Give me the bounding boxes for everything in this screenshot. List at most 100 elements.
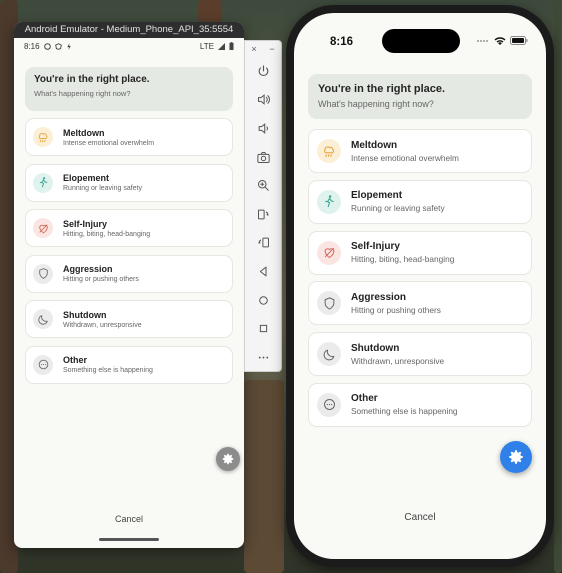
intro-banner: You're in the right place. What's happen… — [308, 74, 532, 119]
situation-list: Meltdown Intense emotional overwhelm Elope… — [25, 118, 233, 384]
option-title: Self-Injury — [63, 218, 108, 229]
meltdown-icon — [33, 127, 53, 147]
back-button[interactable] — [245, 257, 281, 286]
cellular-icon — [477, 39, 488, 42]
situation-option-meltdown[interactable]: Meltdown Intense emotional overwhelm — [25, 118, 233, 156]
shield-icon — [317, 291, 341, 316]
option-text: Shutdown Withdrawn, unresponsive — [63, 310, 142, 329]
cancel-button[interactable]: Cancel — [294, 512, 546, 523]
situation-option-elopement[interactable]: Elopement Running or leaving safety — [308, 179, 532, 224]
moon-icon — [317, 342, 341, 367]
situation-option-shutdown[interactable]: Shutdown Withdrawn, unresponsive — [308, 332, 532, 377]
option-subtitle: Something else is happening — [63, 367, 153, 375]
background-tree — [244, 380, 284, 573]
volume-down-button[interactable] — [245, 114, 281, 143]
android-status-bar: 8:16 LTE — [14, 38, 244, 54]
option-text: Other Something else is happening — [63, 355, 153, 374]
option-title: Meltdown — [351, 139, 398, 151]
more-circle-icon — [33, 354, 53, 375]
more-button[interactable] — [245, 343, 281, 372]
situation-option-aggression[interactable]: Aggression Hitting or pushing others — [25, 254, 233, 293]
option-subtitle: Hitting, biting, head-banging — [63, 230, 151, 238]
option-text: Other Something else is happening — [351, 393, 458, 416]
emulator-title: Android Emulator - Medium_Phone_API_35:5… — [14, 22, 244, 38]
situation-option-meltdown[interactable]: Meltdown Intense emotional overwhelm — [308, 129, 532, 173]
volume-down-icon — [258, 123, 268, 134]
zoom-in-button[interactable] — [245, 171, 281, 200]
vpn-status-icon — [54, 42, 62, 50]
option-title: Aggression — [63, 264, 113, 275]
option-text: Elopement Running or leaving safety — [351, 190, 445, 213]
option-text: Aggression Hitting or pushing others — [351, 292, 441, 315]
option-subtitle: Hitting or pushing others — [63, 276, 139, 284]
power-icon — [258, 65, 268, 76]
network-label: LTE — [199, 41, 214, 51]
settings-button[interactable] — [216, 447, 240, 471]
status-time: 8:16 — [24, 41, 40, 51]
situation-list: Meltdown Intense emotional overwhelm Elope… — [308, 129, 532, 427]
camera-button[interactable] — [245, 143, 281, 172]
situation-option-aggression[interactable]: Aggression Hitting or pushing others — [308, 281, 532, 326]
charging-status-icon — [66, 42, 71, 50]
banner-title: You're in the right place. — [318, 83, 446, 95]
option-text: Meltdown Intense emotional overwhelm — [351, 140, 459, 163]
option-title: Other — [351, 393, 378, 405]
option-subtitle: Withdrawn, unresponsive — [63, 321, 142, 329]
emulator-toolbar: × − — [244, 40, 282, 372]
heart-off-icon — [317, 240, 341, 265]
situation-option-other[interactable]: Other Something else is happening — [308, 382, 532, 427]
option-title: Meltdown — [63, 127, 105, 138]
cancel-button[interactable]: Cancel — [14, 514, 244, 524]
volume-up-button[interactable] — [245, 86, 281, 115]
signal-icon — [218, 42, 225, 50]
option-title: Aggression — [351, 291, 407, 303]
toolbar-minimize-button[interactable]: − — [269, 44, 274, 54]
ios-status-icons — [476, 36, 528, 45]
situation-option-self-injury[interactable]: Self-Injury Hitting, biting, head-banging — [308, 230, 532, 275]
gesture-bar[interactable] — [99, 538, 159, 541]
banner-title: You're in the right place. — [34, 74, 150, 85]
option-subtitle: Running or leaving safety — [351, 203, 445, 214]
heart-off-icon — [33, 218, 53, 239]
rotate-right-icon — [258, 237, 269, 248]
home-button[interactable] — [245, 286, 281, 315]
situation-option-shutdown[interactable]: Shutdown Withdrawn, unresponsive — [25, 300, 233, 339]
toolbar-close-button[interactable]: × — [251, 44, 256, 54]
running-person-icon — [317, 189, 341, 214]
overview-button[interactable] — [245, 314, 281, 343]
option-text: Self-Injury Hitting, biting, head-banging — [63, 219, 150, 238]
situation-option-self-injury[interactable]: Self-Injury Hitting, biting, head-banging — [25, 209, 233, 248]
more-icon — [258, 356, 268, 359]
option-subtitle: Hitting or pushing others — [351, 304, 441, 315]
gear-icon — [509, 450, 523, 464]
option-subtitle: Running or leaving safety — [63, 185, 142, 193]
shield-icon — [33, 263, 53, 284]
option-subtitle: Hitting, biting, head-banging — [351, 254, 455, 265]
shield-status-icon — [43, 42, 51, 50]
rotate-right-button[interactable] — [245, 229, 281, 258]
home-icon — [258, 295, 268, 305]
gear-icon — [222, 453, 234, 465]
background-tree — [198, 0, 222, 22]
situation-option-other[interactable]: Other Something else is happening — [25, 345, 233, 384]
power-button[interactable] — [245, 57, 281, 86]
option-subtitle: Withdrawn, unresponsive — [351, 355, 445, 366]
background-tree — [554, 0, 562, 573]
situation-option-elopement[interactable]: Elopement Running or leaving safety — [25, 163, 233, 202]
volume-up-icon — [257, 94, 270, 106]
running-person-icon — [33, 172, 53, 193]
option-text: Self-Injury Hitting, biting, head-banging — [351, 241, 454, 264]
intro-banner: You're in the right place. What's happen… — [25, 67, 233, 111]
rotate-left-button[interactable] — [245, 200, 281, 229]
android-emulator-window: Android Emulator - Medium_Phone_API_35:5… — [14, 22, 244, 548]
meltdown-icon — [317, 139, 341, 163]
option-title: Elopement — [351, 190, 403, 202]
option-subtitle: Intense emotional overwhelm — [63, 139, 155, 147]
banner-subtitle: What's happening right now? — [34, 89, 131, 98]
more-circle-icon — [317, 392, 341, 417]
option-subtitle: Something else is happening — [351, 406, 458, 417]
iphone-simulator: 8:16 You're in the right place. What's h… — [286, 5, 554, 567]
back-icon — [259, 266, 266, 277]
dynamic-island — [382, 29, 460, 53]
settings-button[interactable] — [500, 441, 532, 473]
